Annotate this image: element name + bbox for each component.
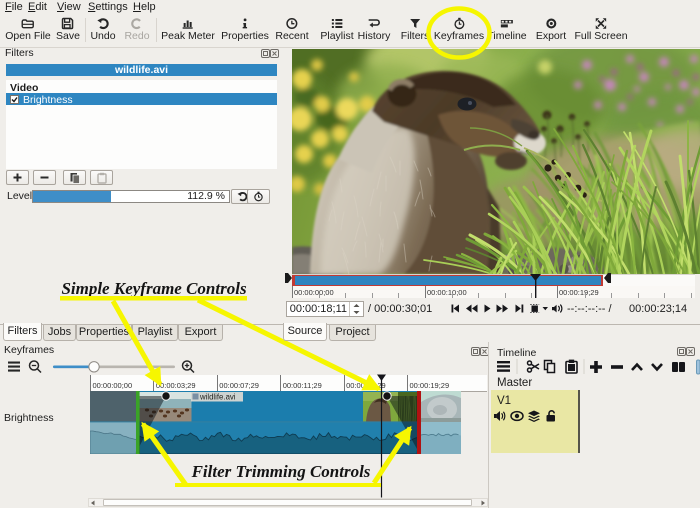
svg-text:wildlife.avi: wildlife.avi [199,393,236,402]
